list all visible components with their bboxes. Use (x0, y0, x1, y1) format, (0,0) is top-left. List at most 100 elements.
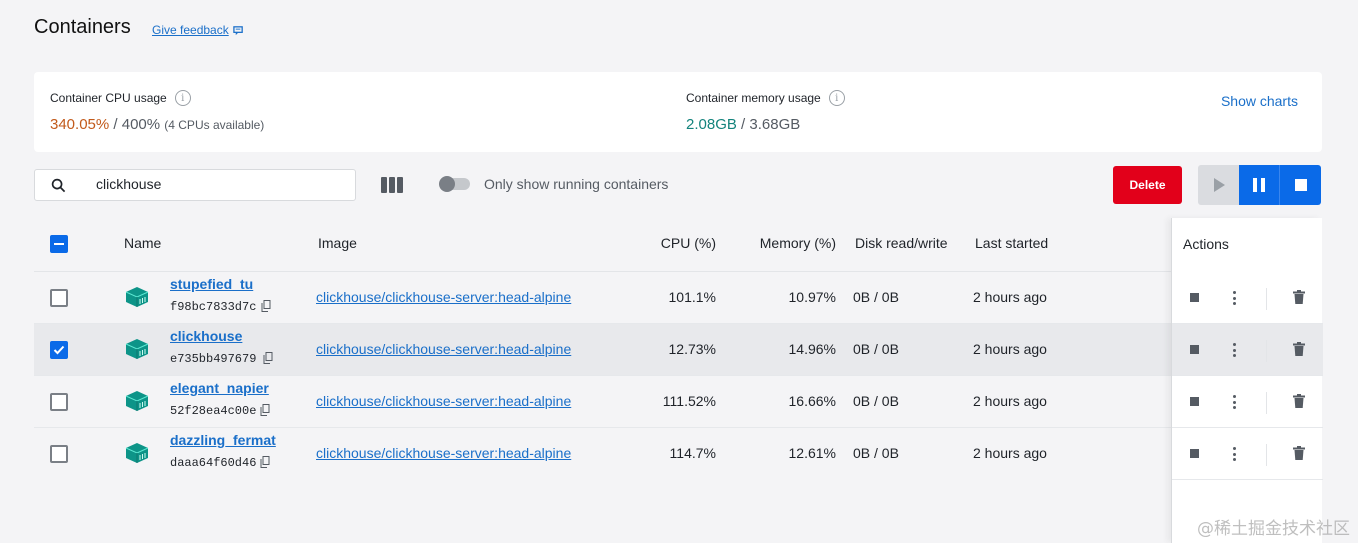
running-only-label: Only show running containers (484, 176, 669, 192)
last-started-value: 2 hours ago (973, 289, 1047, 305)
image-link[interactable]: clickhouse/clickhouse-server:head-alpine (316, 445, 571, 461)
trash-icon[interactable] (1293, 394, 1305, 408)
column-header-image[interactable]: Image (318, 235, 357, 251)
row-checkbox[interactable] (50, 341, 68, 359)
feedback-icon (232, 25, 243, 35)
disk-value: 0B / 0B (853, 393, 899, 409)
cpu-value: 12.73% (668, 341, 716, 357)
copy-icon[interactable] (263, 352, 273, 364)
delete-button[interactable]: Delete (1113, 166, 1182, 204)
disk-value: 0B / 0B (853, 445, 899, 461)
more-vertical-icon[interactable] (1232, 291, 1236, 305)
last-started-value: 2 hours ago (973, 393, 1047, 409)
search-input[interactable] (96, 176, 346, 192)
container-icon (125, 391, 149, 411)
container-id: e735bb497679 (170, 352, 257, 366)
container-name-link[interactable]: elegant_napier (170, 380, 269, 396)
trash-icon[interactable] (1293, 290, 1305, 304)
table-row[interactable]: dazzling_fermat daaa64f60d46 clickhouse/… (34, 428, 1322, 480)
container-name-link[interactable]: stupefied_tu (170, 276, 253, 292)
stop-icon[interactable] (1190, 293, 1199, 302)
show-charts-link[interactable]: Show charts (1221, 93, 1298, 109)
more-vertical-icon[interactable] (1232, 343, 1236, 357)
usage-summary-card: Container CPU usage i 340.05% / 400% (4 … (34, 72, 1322, 152)
row-checkbox[interactable] (50, 445, 68, 463)
copy-icon[interactable] (260, 404, 270, 416)
stop-icon[interactable] (1190, 397, 1199, 406)
memory-value: 16.66% (788, 393, 836, 409)
table-header: Name Image CPU (%) Memory (%) Disk read/… (34, 218, 1322, 272)
more-vertical-icon[interactable] (1232, 395, 1236, 409)
trash-icon[interactable] (1293, 342, 1305, 356)
row-checkbox[interactable] (50, 393, 68, 411)
cpu-usage-block: Container CPU usage i 340.05% / 400% (4 … (50, 90, 264, 133)
disk-value: 0B / 0B (853, 289, 899, 305)
row-checkbox[interactable] (50, 289, 68, 307)
copy-icon[interactable] (260, 456, 270, 468)
cpu-value: 114.7% (669, 445, 716, 461)
row-actions (1172, 376, 1323, 428)
column-header-memory[interactable]: Memory (%) (760, 235, 836, 251)
pause-button[interactable] (1239, 165, 1280, 205)
toggle-knob (439, 176, 455, 192)
start-button[interactable] (1198, 165, 1239, 205)
column-header-name[interactable]: Name (124, 235, 161, 251)
actions-divider (1266, 288, 1267, 310)
column-header-actions: Actions (1183, 236, 1229, 252)
cpu-available-note: (4 CPUs available) (164, 118, 265, 132)
memory-used-value: 2.08GB (686, 116, 737, 133)
cpu-used-value: 340.05% (50, 116, 110, 133)
checkmark-icon (53, 345, 65, 355)
container-icon (125, 339, 149, 359)
container-name-link[interactable]: clickhouse (170, 328, 242, 344)
memory-value: 14.96% (788, 341, 836, 357)
running-only-toggle[interactable] (439, 176, 470, 192)
last-started-value: 2 hours ago (973, 445, 1047, 461)
stop-icon[interactable] (1190, 449, 1199, 458)
search-box[interactable] (34, 169, 356, 201)
more-vertical-icon[interactable] (1232, 447, 1236, 461)
container-name-link[interactable]: dazzling_fermat (170, 432, 276, 448)
info-icon[interactable]: i (174, 90, 191, 106)
search-icon (51, 178, 66, 193)
info-icon[interactable]: i (828, 90, 845, 106)
actions-divider (1266, 340, 1267, 362)
stop-icon[interactable] (1190, 345, 1199, 354)
table-row[interactable]: elegant_napier 52f28ea4c00e clickhouse/c… (34, 376, 1322, 428)
memory-usage-label: Container memory usage (686, 91, 821, 105)
pause-icon (1253, 178, 1265, 192)
container-icon (125, 287, 149, 307)
select-all-checkbox[interactable] (50, 235, 68, 253)
columns-icon[interactable] (381, 177, 403, 193)
table-row[interactable]: clickhouse e735bb497679 clickhouse/click… (34, 324, 1322, 376)
cpu-usage-label: Container CPU usage (50, 91, 167, 105)
container-icon (125, 443, 149, 463)
image-link[interactable]: clickhouse/clickhouse-server:head-alpine (316, 341, 571, 357)
row-actions (1172, 272, 1323, 324)
table-row[interactable]: stupefied_tu f98bc7833d7c clickhouse/cli… (34, 272, 1322, 324)
image-link[interactable]: clickhouse/clickhouse-server:head-alpine (316, 393, 571, 409)
container-id: 52f28ea4c00e (170, 404, 257, 418)
container-id: daaa64f60d46 (170, 456, 257, 470)
copy-icon[interactable] (261, 300, 271, 312)
memory-total-value: / 3.68GB (736, 116, 801, 133)
watermark: @稀土掘金技术社区 (1197, 519, 1350, 539)
stop-button[interactable] (1280, 165, 1321, 205)
give-feedback-label: Give feedback (152, 23, 229, 37)
container-id: f98bc7833d7c (170, 300, 257, 314)
cpu-value: 101.1% (668, 289, 716, 305)
cpu-total-value: / 400% (109, 116, 161, 133)
containers-table: Name Image CPU (%) Memory (%) Disk read/… (34, 218, 1322, 543)
column-header-cpu[interactable]: CPU (%) (661, 235, 716, 251)
actions-panel: Actions (1171, 218, 1323, 543)
image-link[interactable]: clickhouse/clickhouse-server:head-alpine (316, 289, 571, 305)
last-started-value: 2 hours ago (973, 341, 1047, 357)
column-header-disk[interactable]: Disk read/write (855, 235, 948, 251)
give-feedback-link[interactable]: Give feedback (152, 23, 244, 37)
row-actions (1172, 324, 1323, 376)
row-actions (1172, 428, 1323, 480)
actions-divider (1266, 444, 1267, 466)
column-header-last-started[interactable]: Last started (975, 235, 1048, 251)
play-icon (1213, 178, 1225, 192)
trash-icon[interactable] (1293, 446, 1305, 460)
